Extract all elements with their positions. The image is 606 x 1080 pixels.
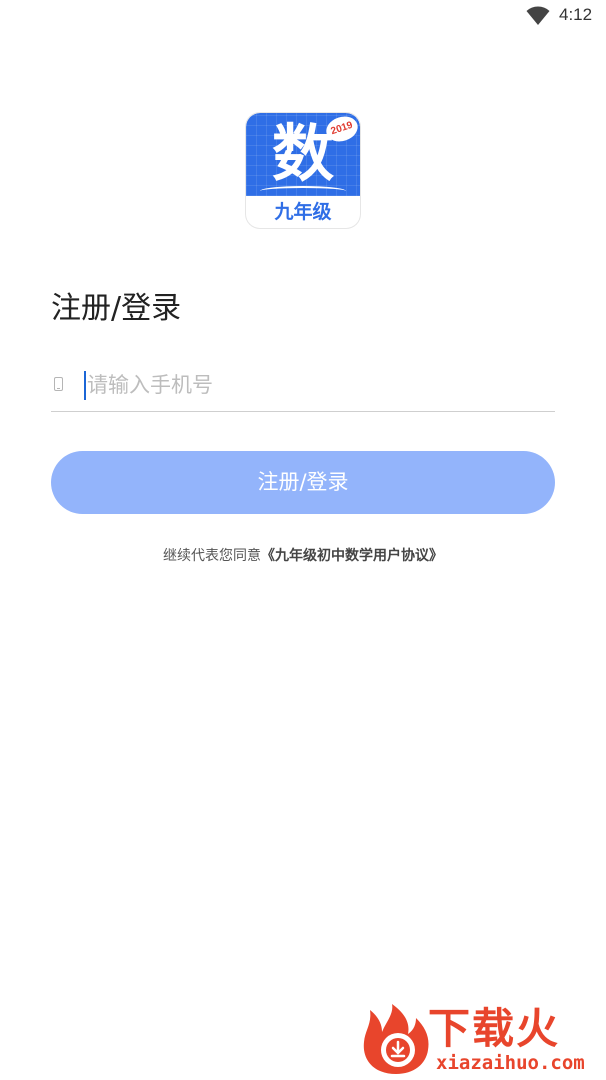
book-icon — [260, 186, 346, 196]
watermark: 下载火 xiazaihuo.com — [356, 998, 606, 1080]
phone-input[interactable] — [87, 368, 547, 402]
phone-field[interactable] — [51, 360, 555, 412]
logo-grade-label: 九年级 — [274, 201, 332, 223]
agreement-prefix: 继续代表您同意 — [163, 548, 261, 564]
wifi-icon — [526, 6, 550, 25]
text-caret — [84, 371, 86, 400]
flame-download-icon — [363, 1004, 429, 1074]
page-title: 注册/登录 — [51, 291, 182, 326]
status-time: 4:12 — [559, 5, 593, 24]
mobile-phone-icon — [54, 377, 63, 391]
user-agreement-link[interactable]: 《九年级初中数学用户协议》 — [261, 548, 443, 564]
watermark-url: xiazaihuo.com — [436, 1052, 585, 1074]
status-bar: 4:12 — [0, 0, 606, 32]
register-login-button[interactable]: 注册/登录 — [51, 451, 555, 514]
app-logo: 数 2019 九年级 — [246, 113, 360, 228]
agreement-notice: 继续代表您同意《九年级初中数学用户协议》 — [0, 545, 606, 567]
logo-banner: 数 2019 — [246, 113, 360, 196]
watermark-brand: 下载火 — [428, 1004, 561, 1053]
